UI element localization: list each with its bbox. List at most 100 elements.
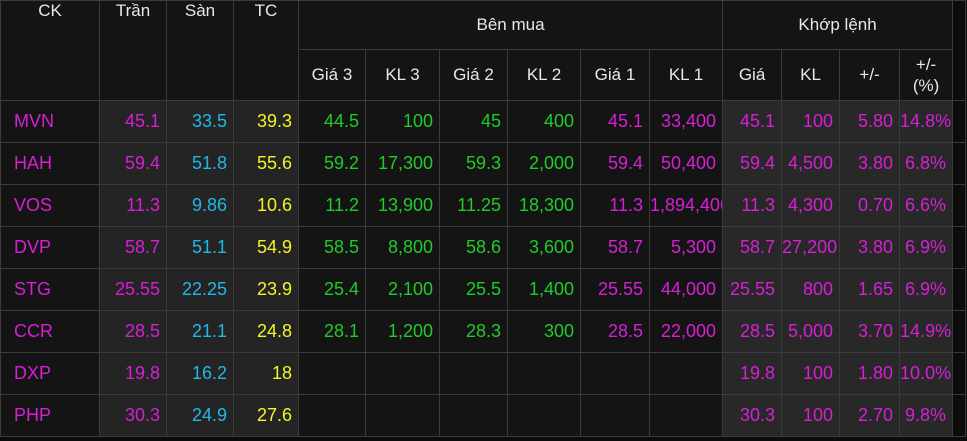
stock-row-dxp[interactable]: DXP 19.8 16.2 18 19.8 100 1.80 10.0% [0,352,967,395]
bid-volume-2-cell: 2,000 [507,142,581,185]
match-volume-cell: 5,000 [781,310,841,353]
reference-price-cell: 27.6 [233,394,299,437]
col-header-gia1[interactable]: Giá 1 [580,49,650,101]
col-header-gia3[interactable]: Giá 3 [298,49,366,101]
change-pct-cell: 10.0% [899,352,954,395]
match-price-cell: 11.3 [722,184,783,227]
change-pct-cell: 14.9% [899,310,954,353]
bid-volume-3-cell: 13,900 [365,184,440,227]
match-volume-cell: 800 [781,268,841,311]
floor-price-cell: 51.8 [166,142,234,185]
bid-volume-2-cell: 300 [507,310,581,353]
col-header-change-pct[interactable]: +/- (%) [899,49,954,101]
col-header-reference[interactable]: TC [233,0,299,101]
change-cell: 1.65 [839,268,901,311]
match-volume-cell: 100 [781,394,841,437]
change-pct-label-bottom: (%) [912,76,940,95]
reference-price-cell: 39.3 [233,100,299,143]
col-header-match-price[interactable]: Giá [722,49,783,101]
bid-price-1-cell [580,352,650,395]
symbol-cell[interactable]: DVP [0,226,100,269]
col-header-kl1[interactable]: KL 1 [648,49,724,101]
ceiling-price-cell: 59.4 [99,142,167,185]
bid-price-2-cell [439,352,508,395]
floor-price-cell: 51.1 [166,226,234,269]
stock-row-mvn[interactable]: MVN 45.1 33.5 39.3 44.5 100 45 400 45.1 33,400 45.… [0,100,967,143]
col-header-ck[interactable]: CK [0,0,100,101]
symbol-cell[interactable]: PHP [0,394,100,437]
bid-volume-2-cell: 1,400 [507,268,581,311]
col-header-match-volume[interactable]: KL [781,49,841,101]
bid-price-1-cell: 28.5 [580,310,650,353]
reference-price-cell: 55.6 [233,142,299,185]
match-price-cell: 45.1 [722,100,783,143]
symbol-cell[interactable]: STG [0,268,100,311]
bid-price-3-cell: 58.5 [298,226,366,269]
bid-price-1-cell: 25.55 [580,268,650,311]
bid-price-3-cell: 59.2 [298,142,366,185]
bid-price-1-cell: 45.1 [580,100,650,143]
bid-volume-3-cell: 100 [365,100,440,143]
bid-volume-2-cell [507,352,581,395]
change-cell: 3.80 [839,142,901,185]
ceiling-price-cell: 30.3 [99,394,167,437]
reference-price-cell: 10.6 [233,184,299,227]
floor-price-cell: 22.25 [166,268,234,311]
col-header-ceiling[interactable]: Trần [99,0,167,101]
change-pct-cell: 6.6% [899,184,954,227]
bid-volume-1-cell [648,352,724,395]
ceiling-price-cell: 58.7 [99,226,167,269]
stock-row-vos[interactable]: VOS 11.3 9.86 10.6 11.2 13,900 11.25 18,300 11.3… [0,184,967,227]
symbol-cell[interactable]: CCR [0,310,100,353]
extra-cell [952,352,967,395]
symbol-cell[interactable]: VOS [0,184,100,227]
col-header-gia2[interactable]: Giá 2 [439,49,508,101]
ceiling-price-cell: 11.3 [99,184,167,227]
bid-volume-1-cell: 1,894,400 [648,184,724,227]
price-board-table: CK Trần Sàn TC Bên mua Khớp lệnh Giá 3 K… [0,0,967,437]
col-header-floor[interactable]: Sàn [166,0,234,101]
match-volume-cell: 100 [781,100,841,143]
extra-cell [952,142,967,185]
col-header-change[interactable]: +/- [839,49,901,101]
bid-volume-3-cell [365,352,440,395]
bid-price-3-cell: 44.5 [298,100,366,143]
symbol-cell[interactable]: DXP [0,352,100,395]
change-cell: 5.80 [839,100,901,143]
floor-price-cell: 21.1 [166,310,234,353]
change-pct-cell: 14.8% [899,100,954,143]
bid-price-2-cell: 45 [439,100,508,143]
change-cell: 1.80 [839,352,901,395]
reference-price-cell: 24.8 [233,310,299,353]
reference-price-cell: 23.9 [233,268,299,311]
symbol-cell[interactable]: MVN [0,100,100,143]
stock-row-hah[interactable]: HAH 59.4 51.8 55.6 59.2 17,300 59.3 2,000 59.4 50… [0,142,967,185]
change-pct-cell: 6.9% [899,226,954,269]
floor-price-cell: 9.86 [166,184,234,227]
col-header-kl2[interactable]: KL 2 [507,49,581,101]
extra-cell [952,394,967,437]
bid-price-2-cell: 28.3 [439,310,508,353]
ceiling-price-cell: 19.8 [99,352,167,395]
stock-row-php[interactable]: PHP 30.3 24.9 27.6 30.3 100 2.70 9.8% [0,394,967,437]
stock-row-ccr[interactable]: CCR 28.5 21.1 24.8 28.1 1,200 28.3 300 28.5 22,00… [0,310,967,353]
group-header-khop-lenh: Khớp lệnh [722,0,954,50]
symbol-cell[interactable]: HAH [0,142,100,185]
board-body: MVN 45.1 33.5 39.3 44.5 100 45 400 45.1 33,400 45.… [0,100,967,437]
bid-price-3-cell [298,352,366,395]
board-header: CK Trần Sàn TC Bên mua Khớp lệnh Giá 3 K… [0,0,967,101]
stock-row-dvp[interactable]: DVP 58.7 51.1 54.9 58.5 8,800 58.6 3,600 58.7 5,3… [0,226,967,269]
group-header-ben-mua: Bên mua [297,0,724,50]
stock-row-stg[interactable]: STG 25.55 22.25 23.9 25.4 2,100 25.5 1,400 25.55… [0,268,967,311]
floor-price-cell: 16.2 [166,352,234,395]
bid-volume-2-cell: 3,600 [507,226,581,269]
match-volume-cell: 4,300 [781,184,841,227]
bid-volume-1-cell: 5,300 [648,226,724,269]
match-price-cell: 25.55 [722,268,783,311]
reference-price-cell: 18 [233,352,299,395]
bid-price-3-cell [298,394,366,437]
col-header-extra [952,0,967,101]
match-price-cell: 58.7 [722,226,783,269]
col-header-kl3[interactable]: KL 3 [365,49,440,101]
bid-volume-3-cell: 8,800 [365,226,440,269]
